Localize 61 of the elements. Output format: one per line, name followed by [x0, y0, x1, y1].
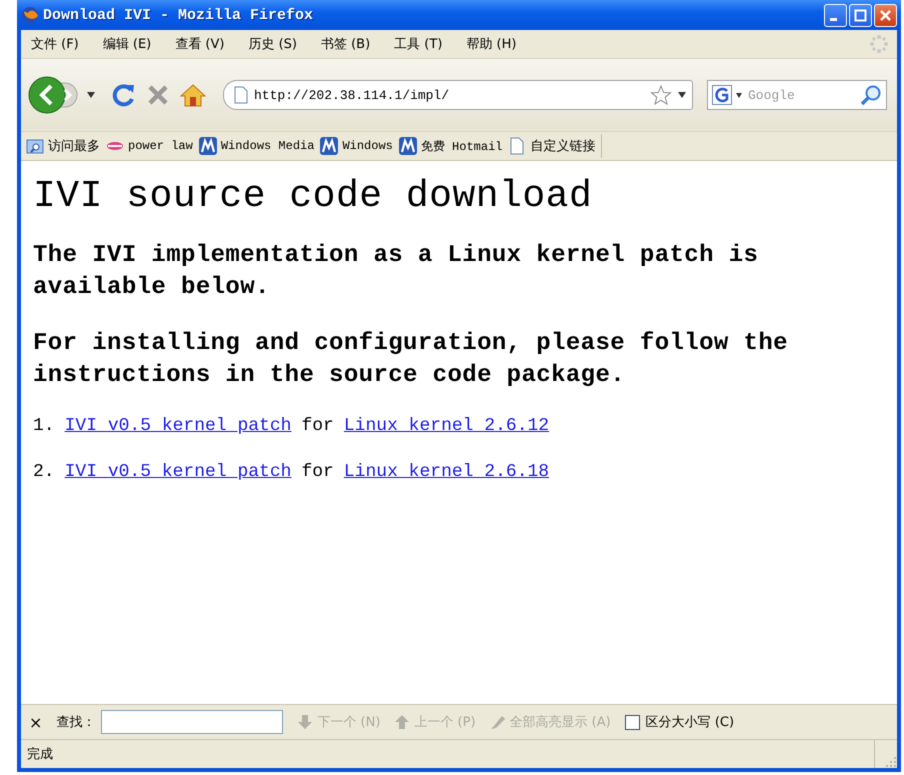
- search-icon[interactable]: [860, 84, 882, 106]
- dropdown-caret-icon[interactable]: [678, 92, 686, 98]
- kernel-link[interactable]: Linux kernel 2.6.12: [344, 416, 550, 436]
- download-link[interactable]: IVI v0.5 kernel patch: [64, 462, 292, 482]
- folder-search-icon: [26, 137, 44, 155]
- search-box[interactable]: Google: [707, 80, 887, 110]
- highlighter-icon: [490, 714, 506, 730]
- download-link[interactable]: IVI v0.5 kernel patch: [64, 416, 292, 436]
- list-text: for: [301, 462, 334, 482]
- match-case-checkbox[interactable]: [624, 714, 640, 730]
- firefox-icon: [21, 6, 39, 24]
- up-arrow-icon: [394, 714, 410, 730]
- menu-item[interactable]: 编辑 (E): [102, 35, 152, 53]
- paragraph: For installing and configuration, please follow the instructions in the source code package.: [33, 329, 789, 391]
- find-label: 查找：: [56, 714, 96, 731]
- search-field[interactable]: Google: [746, 86, 856, 104]
- dropdown-caret-icon[interactable]: [87, 92, 95, 98]
- page-icon: [508, 137, 526, 155]
- reload-icon[interactable]: [111, 82, 137, 108]
- resize-grip-icon: [885, 756, 897, 768]
- media-icon: [398, 137, 417, 155]
- minimize-icon: [830, 18, 837, 20]
- search-engine-icon[interactable]: [712, 85, 732, 105]
- page-icon: [234, 86, 248, 104]
- bookmark-item[interactable]: Windows Media: [196, 137, 318, 155]
- find-field[interactable]: [101, 710, 284, 734]
- page-heading: IVI source code download: [33, 175, 594, 218]
- checkbox-label: 区分大小写 (C): [646, 714, 734, 731]
- address-bar[interactable]: http://202.38.114.1/impl/: [223, 80, 693, 110]
- status-text: 完成: [27, 746, 53, 763]
- bookmark-item[interactable]: 自定义链接: [505, 137, 598, 155]
- back-button[interactable]: [27, 75, 79, 115]
- home-icon[interactable]: [179, 82, 207, 108]
- media-icon: [198, 137, 217, 155]
- menu-item[interactable]: 书签 (B): [320, 35, 370, 53]
- list-number: 1.: [33, 416, 55, 436]
- window-title: Download IVI - Mozilla Firefox: [43, 6, 314, 24]
- bookmark-item[interactable]: 访问最多: [23, 137, 103, 155]
- paragraph: The IVI implementation as a Linux kernel patch is available below.: [33, 241, 760, 303]
- down-arrow-icon: [297, 714, 314, 730]
- minimize-button[interactable]: [824, 4, 847, 26]
- menu-item[interactable]: 帮助 (H): [466, 35, 516, 53]
- menu-item[interactable]: 文件 (F): [31, 35, 79, 53]
- close-find-button[interactable]: ×: [29, 712, 42, 732]
- bookmark-item[interactable]: 免费 Hotmail: [396, 137, 506, 155]
- kernel-link[interactable]: Linux kernel 2.6.18: [344, 462, 550, 482]
- menu-item[interactable]: 查看 (V): [175, 35, 224, 53]
- bookmark-item[interactable]: power law: [103, 137, 196, 155]
- bookmark-item[interactable]: Windows: [317, 137, 396, 155]
- maximize-button[interactable]: [849, 4, 872, 26]
- list-number: 2.: [33, 462, 55, 482]
- menu-item[interactable]: 历史 (S): [248, 35, 297, 53]
- maximize-icon: [854, 8, 867, 22]
- close-button[interactable]: [874, 4, 897, 26]
- close-icon: [879, 8, 892, 22]
- menu-item[interactable]: 工具 (T): [394, 35, 442, 53]
- list-text: for: [301, 416, 334, 436]
- loading-spinner-icon: [869, 34, 889, 54]
- star-icon[interactable]: [650, 84, 672, 106]
- dropdown-caret-icon[interactable]: [736, 92, 742, 98]
- media-icon: [320, 137, 338, 155]
